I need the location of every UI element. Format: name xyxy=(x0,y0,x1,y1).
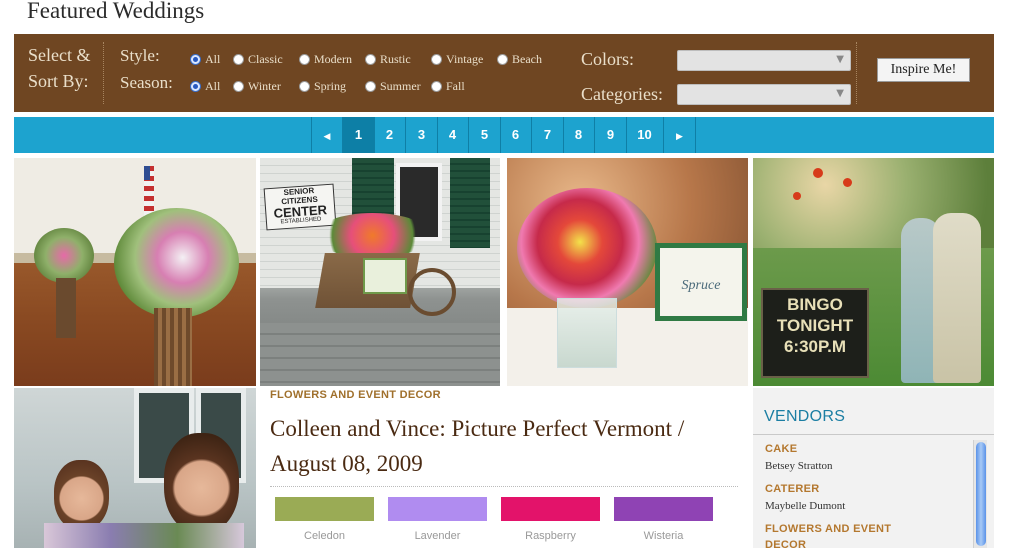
triangle-left-icon: ◀ xyxy=(323,132,331,142)
radio-dot-icon xyxy=(497,54,508,65)
sign-line: 6:30P.M xyxy=(783,337,847,356)
color-swatch-raspberry[interactable] xyxy=(501,497,600,521)
color-swatch-wisteria[interactable] xyxy=(614,497,713,521)
style-radio-rustic[interactable]: Rustic xyxy=(365,52,411,67)
season-label: Season: xyxy=(120,73,173,92)
style-radio-beach[interactable]: Beach xyxy=(497,52,542,67)
page-link-8[interactable]: 8 xyxy=(563,117,595,153)
wedding-photo-wheelbarrow[interactable]: SENIOR CITIZENS CENTER ESTABLISHED xyxy=(260,158,500,386)
filter-bar: Select & Sort By: Style: Season: All Cla… xyxy=(14,34,994,112)
radio-dot-icon xyxy=(365,81,376,92)
filter-divider xyxy=(856,42,857,104)
prev-page-button[interactable]: ◀ xyxy=(311,117,343,153)
radio-dot-icon xyxy=(431,81,442,92)
radio-dot-icon xyxy=(431,54,442,65)
radio-dot-icon xyxy=(190,81,201,92)
headline-line: Colleen and Vince: Picture Perfect Vermo… xyxy=(270,416,685,441)
headline-line: August 08, 2009 xyxy=(270,451,423,476)
vendor-category: DECOR xyxy=(765,539,807,548)
style-radio-vintage[interactable]: Vintage xyxy=(431,52,483,67)
filter-divider xyxy=(103,42,104,104)
wedding-photo-centerpiece[interactable]: Spruce xyxy=(507,158,748,386)
vendor-category: CAKE xyxy=(765,443,798,455)
style-radio-all[interactable]: All xyxy=(190,52,220,67)
wedding-photo-bridesmaids[interactable] xyxy=(14,388,256,548)
radio-dot-icon xyxy=(299,81,310,92)
page-link-2[interactable]: 2 xyxy=(374,117,406,153)
swatch-label: Wisteria xyxy=(643,530,684,542)
radio-dot-icon xyxy=(190,54,201,65)
page-link-3[interactable]: 3 xyxy=(406,117,438,153)
scrollbar-thumb[interactable] xyxy=(976,442,986,546)
table-card-text: Spruce xyxy=(660,248,742,316)
page-link-5[interactable]: 5 xyxy=(469,117,501,153)
triangle-right-icon: ▶ xyxy=(676,132,683,142)
categories-select[interactable]: ▼ xyxy=(677,84,851,105)
style-radio-modern[interactable]: Modern xyxy=(299,52,352,67)
page-link-10[interactable]: 10 xyxy=(626,117,664,153)
style-radio-classic[interactable]: Classic xyxy=(233,52,283,67)
vendor-category: CATERER xyxy=(765,483,820,495)
vendor-name[interactable]: Betsey Stratton xyxy=(765,460,833,472)
season-radio-summer[interactable]: Summer xyxy=(365,79,421,94)
vendors-scrollbar[interactable] xyxy=(973,440,987,548)
sort-label-line2: Sort By: xyxy=(28,71,89,91)
page-link-6[interactable]: 6 xyxy=(500,117,532,153)
chevron-down-icon: ▼ xyxy=(836,54,844,65)
pagination-bar: ◀ 1 2 3 4 5 6 7 8 9 10 ▶ xyxy=(14,117,994,153)
colors-label: Colors: xyxy=(581,49,635,69)
sign-line: TONIGHT xyxy=(776,316,854,335)
wedding-photo-church[interactable] xyxy=(14,158,256,386)
season-radio-spring[interactable]: Spring xyxy=(299,79,346,94)
sort-label-line1: Select & xyxy=(28,45,91,65)
next-page-button[interactable]: ▶ xyxy=(664,117,696,153)
vendor-category: FLOWERS AND EVENT xyxy=(765,523,892,535)
swatch-label: Raspberry xyxy=(525,530,576,542)
page-link-4[interactable]: 4 xyxy=(437,117,469,153)
article-headline[interactable]: Colleen and Vince: Picture Perfect Vermo… xyxy=(270,411,740,481)
swatch-label: Lavender xyxy=(414,530,461,542)
categories-label: Categories: xyxy=(581,84,663,104)
color-swatch-celedon[interactable] xyxy=(275,497,374,521)
radio-dot-icon xyxy=(299,54,310,65)
page-link-7[interactable]: 7 xyxy=(532,117,564,153)
page-title: Featured Weddings xyxy=(27,0,205,23)
radio-dot-icon xyxy=(233,54,244,65)
radio-dot-icon xyxy=(233,81,244,92)
vendors-divider xyxy=(753,434,994,435)
style-label: Style: xyxy=(120,46,160,65)
page-link-1[interactable]: 1 xyxy=(343,117,375,153)
swatch-label: Celedon xyxy=(304,530,345,542)
sign-line: BINGO xyxy=(787,295,843,314)
colors-select[interactable]: ▼ xyxy=(677,50,851,71)
radio-dot-icon xyxy=(365,54,376,65)
wedding-photo-couple[interactable]: BINGO TONIGHT 6:30P.M xyxy=(753,158,994,386)
season-radio-winter[interactable]: Winter xyxy=(233,79,281,94)
inspire-me-button[interactable]: Inspire Me! xyxy=(877,58,970,82)
article-category[interactable]: FLOWERS AND EVENT DECOR xyxy=(270,389,441,401)
season-radio-all[interactable]: All xyxy=(190,79,220,94)
page-link-9[interactable]: 9 xyxy=(595,117,627,153)
chevron-down-icon: ▼ xyxy=(836,88,844,99)
vendors-title: VENDORS xyxy=(764,408,846,425)
season-radio-fall[interactable]: Fall xyxy=(431,79,465,94)
vendor-name[interactable]: Maybelle Dumont xyxy=(765,500,845,512)
article-divider xyxy=(270,486,738,487)
vendors-panel: VENDORS CAKE Betsey Stratton CATERER May… xyxy=(753,388,994,548)
color-swatch-lavender[interactable] xyxy=(388,497,487,521)
